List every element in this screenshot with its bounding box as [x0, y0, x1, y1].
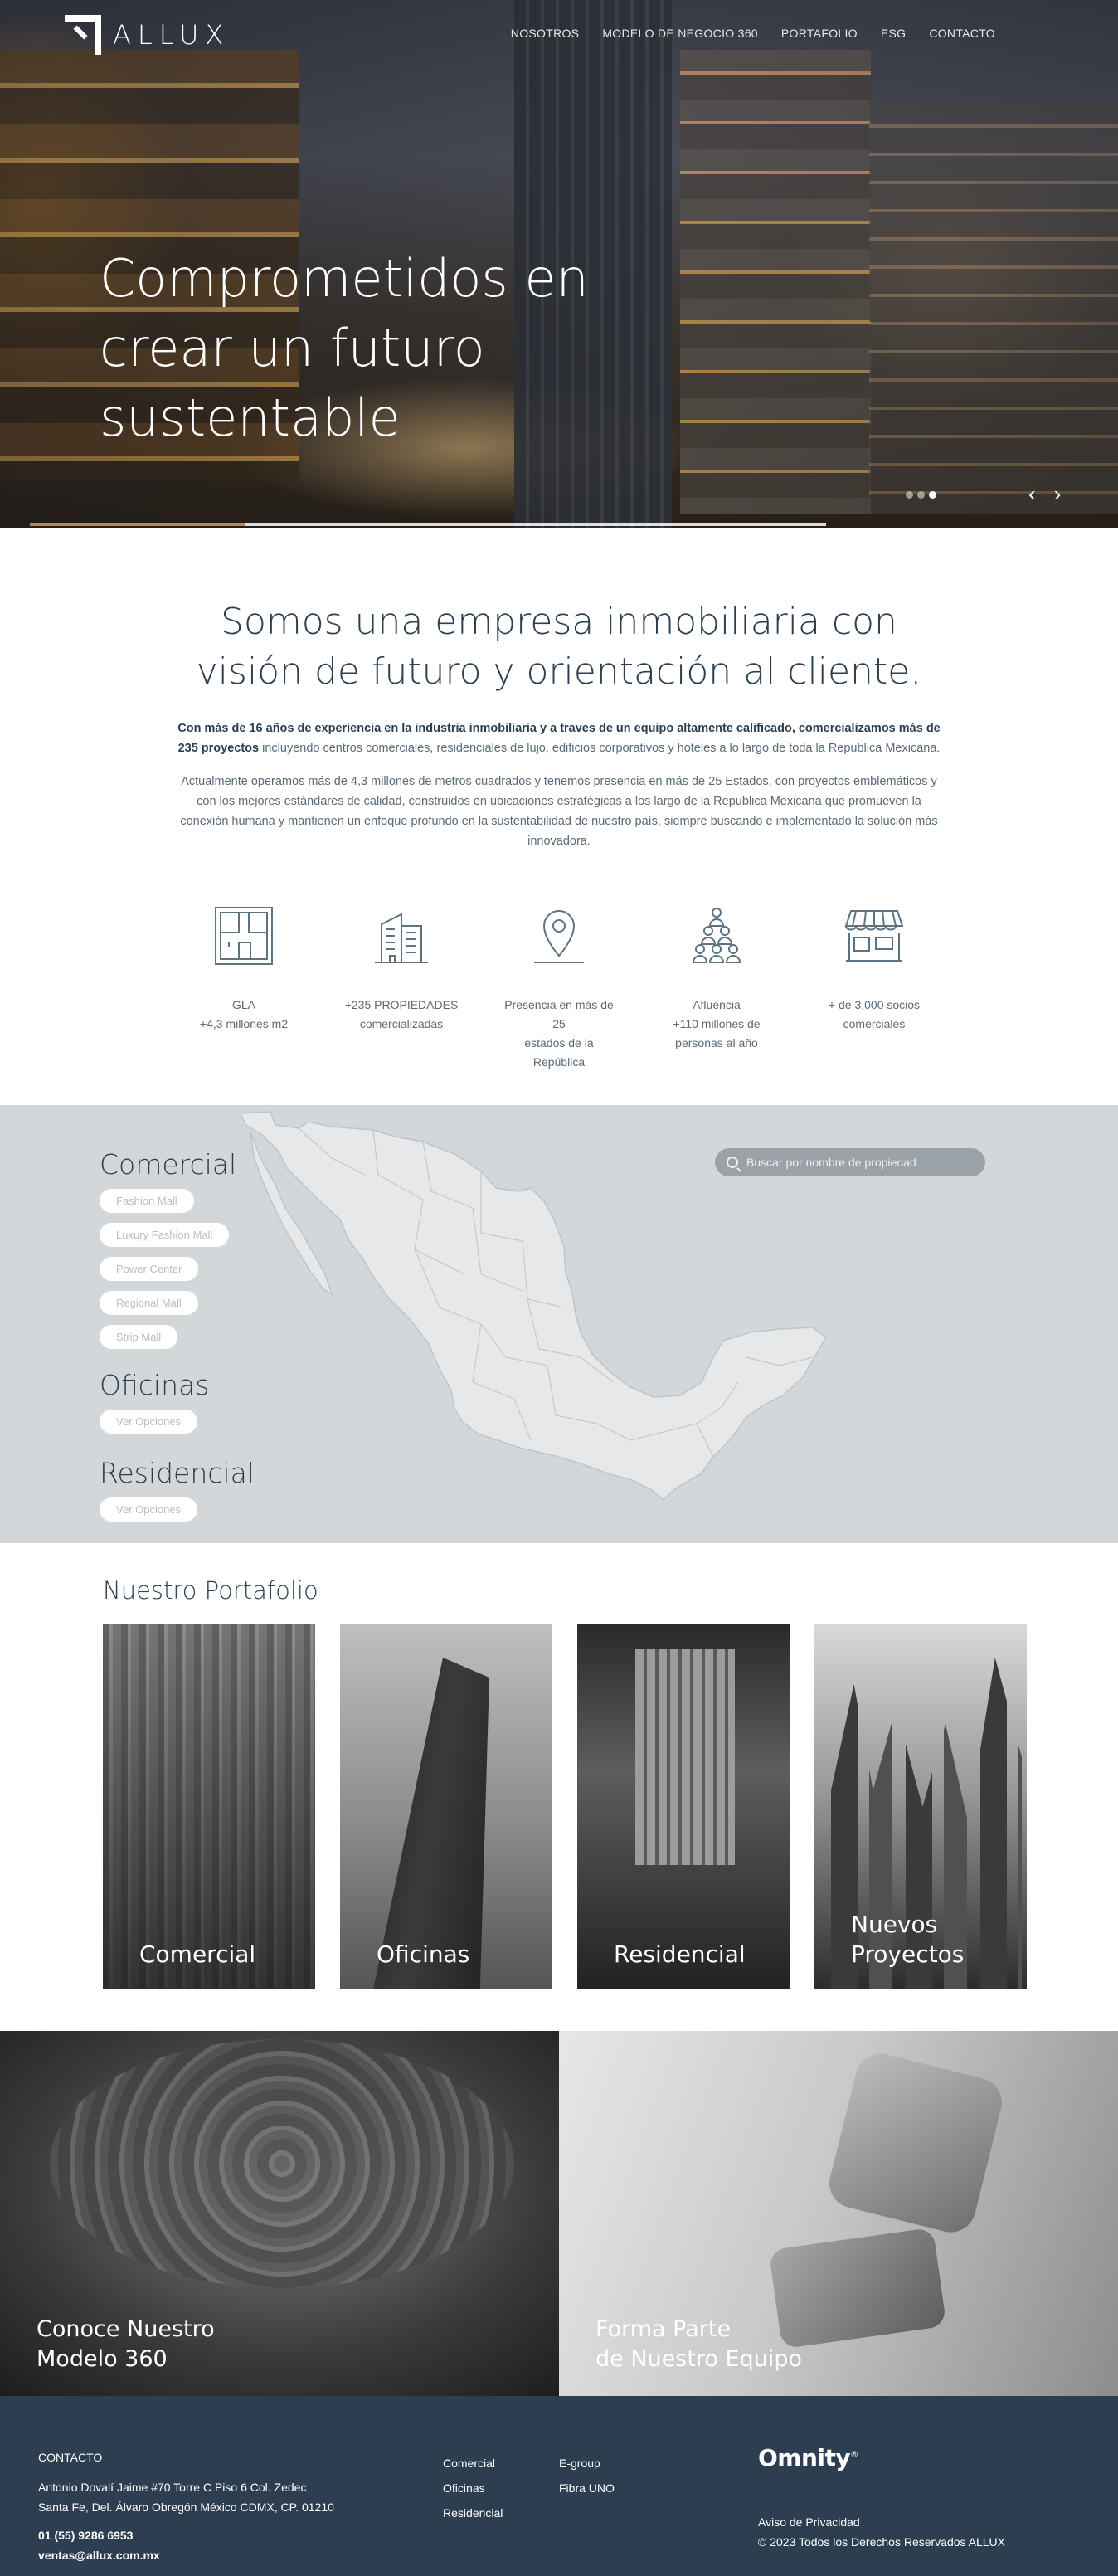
- property-map-section: Comercial Fashion Mall Luxury Fashion Ma…: [0, 1105, 1118, 1543]
- property-search[interactable]: [715, 1148, 985, 1176]
- slider-arrows: ‹ ›: [1028, 481, 1061, 506]
- omnity-logo[interactable]: Omnity®: [758, 2444, 858, 2471]
- promo-modelo-360[interactable]: Conoce Nuestro Modelo 360: [0, 2031, 559, 2396]
- copyright: © 2023 Todos los Derechos Reservados ALL…: [758, 2535, 1006, 2549]
- slider-dots: [906, 491, 936, 499]
- promo-section: Conoce Nuestro Modelo 360 Forma Parte de N…: [0, 2031, 1118, 2396]
- footer-link-egroup[interactable]: E-group: [559, 2451, 615, 2476]
- intro-heading: Somos una empresa inmobiliaria con visió…: [196, 601, 922, 693]
- privacy-link[interactable]: Aviso de Privacidad: [758, 2512, 1005, 2532]
- footer-links-portfolio: Comercial Oficinas Residencial: [443, 2451, 503, 2525]
- hero-title: Comprometidos en crear un futuro sustent…: [100, 248, 589, 448]
- footer-links-group: E-group Fibra UNO: [559, 2451, 615, 2501]
- filter-luxury-fashion-mall[interactable]: Luxury Fashion Mall: [100, 1223, 230, 1247]
- footer-contact: CONTACTO Antonio Dovalí Jaime #70 Torre …: [38, 2447, 334, 2565]
- footer-legal: Aviso de Privacidad © 2023 Todos los Der…: [758, 2512, 1005, 2552]
- hero-slider: ALLUX NOSOTROS MODELO DE NEGOCIO 360 POR…: [0, 0, 1118, 528]
- stat-socios: + de 3,000 socios comerciales: [816, 904, 932, 1072]
- footer-link-comercial[interactable]: Comercial: [443, 2451, 503, 2476]
- footer-address-1: Antonio Dovalí Jaime #70 Torre C Piso 6 …: [38, 2481, 307, 2494]
- footer-email[interactable]: ventas@allux.com.mx: [38, 2545, 334, 2565]
- filter-strip-mall[interactable]: Strip Mall: [100, 1325, 178, 1349]
- footer-contact-title: CONTACTO: [38, 2451, 103, 2464]
- intro-section: Somos una empresa inmobiliaria con visió…: [0, 528, 1118, 1105]
- search-icon: [727, 1157, 738, 1168]
- nav-esg[interactable]: ESG: [881, 27, 906, 40]
- footer-address-2: Santa Fe, Del. Álvaro Obregón México CDM…: [38, 2501, 334, 2514]
- nav-nosotros[interactable]: NOSOTROS: [511, 27, 580, 40]
- building-icon: [375, 913, 428, 963]
- residencial-options-button[interactable]: Ver Opciones: [100, 1497, 198, 1522]
- footer-link-residencial[interactable]: Residencial: [443, 2501, 503, 2525]
- footer-link-fibra-uno[interactable]: Fibra UNO: [559, 2476, 615, 2501]
- property-search-input[interactable]: [746, 1156, 970, 1169]
- portfolio-card-oficinas[interactable]: Oficinas: [340, 1624, 552, 1989]
- category-title: Oficinas: [100, 1369, 210, 1401]
- category-residencial: Residencial Ver Opciones: [100, 1457, 255, 1531]
- slider-dot-2[interactable]: [917, 491, 925, 499]
- portfolio-card-residencial[interactable]: Residencial: [577, 1624, 790, 1989]
- nav-contacto[interactable]: CONTACTO: [929, 27, 995, 40]
- slider-dot-1[interactable]: [906, 491, 913, 499]
- stat-gla: GLA +4,3 millones m2: [186, 904, 302, 1072]
- stat-propiedades: +235 PROPIEDADES comercializadas: [343, 904, 459, 1072]
- footer-link-oficinas[interactable]: Oficinas: [443, 2476, 503, 2501]
- map-pin-icon: [534, 910, 584, 963]
- category-oficinas: Oficinas Ver Opciones: [100, 1369, 209, 1444]
- category-comercial: Comercial Fashion Mall Luxury Fashion Ma…: [100, 1148, 236, 1359]
- filter-regional-mall[interactable]: Regional Mall: [100, 1291, 198, 1315]
- slider-progress: [30, 523, 826, 526]
- allux-logo[interactable]: ALLUX: [65, 15, 230, 55]
- portfolio-section: Nuestro Portafolio Comercial Oficinas Re…: [0, 1543, 1118, 2031]
- category-title: Comercial: [100, 1148, 237, 1181]
- portfolio-title: Nuestro Portafolio: [103, 1576, 318, 1605]
- main-nav: NOSOTROS MODELO DE NEGOCIO 360 PORTAFOLI…: [511, 27, 995, 40]
- footer: CONTACTO Antonio Dovalí Jaime #70 Torre …: [0, 2396, 1118, 2576]
- allux-logo-icon: [65, 15, 101, 55]
- stat-afluencia: Afluencia +110 millones de personas al año: [659, 904, 775, 1072]
- oficinas-options-button[interactable]: Ver Opciones: [100, 1410, 198, 1434]
- floorplan-icon: [215, 907, 273, 965]
- portfolio-cards: Comercial Oficinas Residencial Nuevos Pro…: [103, 1624, 1118, 1989]
- nav-modelo-negocio[interactable]: MODELO DE NEGOCIO 360: [602, 27, 758, 40]
- filter-fashion-mall[interactable]: Fashion Mall: [100, 1189, 194, 1213]
- intro-paragraph-1: Con más de 16 años de experiencia en la …: [177, 722, 941, 755]
- intro-paragraph-2: Actualmente operamos más de 4,3 millones…: [180, 775, 938, 848]
- slider-dot-3[interactable]: [929, 491, 936, 499]
- filter-power-center[interactable]: Power Center: [100, 1257, 199, 1281]
- portfolio-card-nuevos-proyectos[interactable]: Nuevos Proyectos: [814, 1624, 1027, 1989]
- footer-phone[interactable]: 01 (55) 9286 6953: [38, 2525, 334, 2545]
- people-icon: [692, 908, 741, 963]
- chevron-right-icon[interactable]: ›: [1054, 481, 1062, 506]
- portfolio-card-comercial[interactable]: Comercial: [103, 1624, 315, 1989]
- promo-forma-parte[interactable]: Forma Parte de Nuestro Equipo: [559, 2031, 1118, 2396]
- logo-text: ALLUX: [113, 19, 231, 51]
- stat-presencia: Presencia en más de 25 estados de la Repú…: [501, 904, 617, 1072]
- stats-row: GLA +4,3 millones m2 +235 PROPIEDADES come…: [0, 904, 1118, 1105]
- store-icon: [844, 910, 904, 962]
- chevron-left-icon[interactable]: ‹: [1028, 481, 1036, 506]
- category-title: Residencial: [100, 1457, 255, 1489]
- nav-portafolio[interactable]: PORTAFOLIO: [781, 27, 858, 40]
